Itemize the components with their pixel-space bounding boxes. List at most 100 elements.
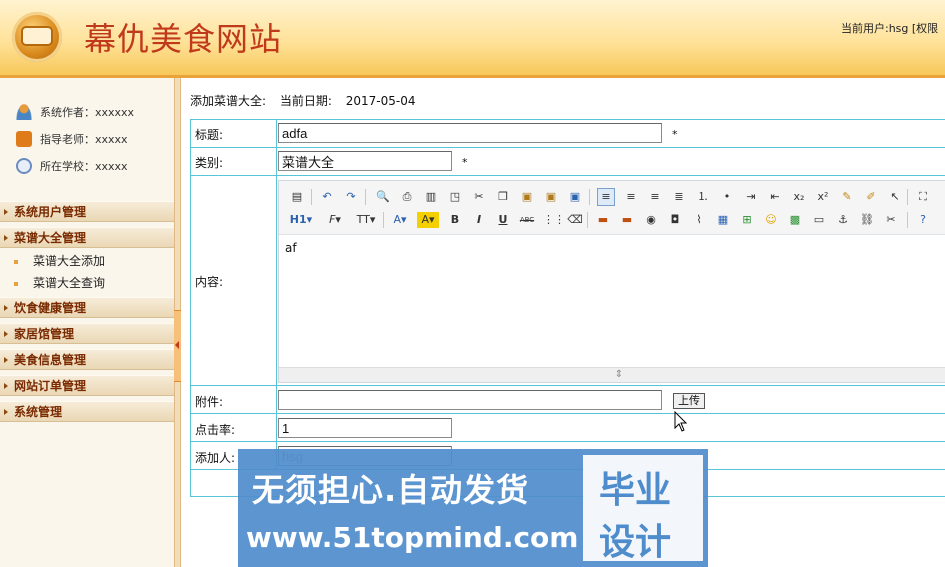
category-label: 类别: bbox=[195, 156, 224, 170]
italic-button[interactable]: I bbox=[471, 212, 487, 228]
category-input[interactable] bbox=[278, 151, 452, 171]
paste-word-icon[interactable]: ▣ bbox=[567, 189, 583, 205]
clear-format-icon[interactable]: ✎ bbox=[839, 189, 855, 205]
bullet-icon bbox=[14, 259, 18, 264]
eraser-icon[interactable]: ⌫ bbox=[567, 212, 583, 228]
required-mark: * bbox=[672, 128, 678, 141]
editor-content[interactable]: af bbox=[285, 241, 297, 255]
menu-system[interactable]: 系统管理 bbox=[0, 401, 174, 422]
preview-icon[interactable]: 🔍 bbox=[375, 189, 391, 205]
undo-icon[interactable]: ↶ bbox=[319, 189, 335, 205]
bold-button[interactable]: B bbox=[447, 212, 463, 228]
menu-home[interactable]: 家居馆管理 bbox=[0, 323, 174, 344]
redo-icon[interactable]: ↷ bbox=[343, 189, 359, 205]
video-icon[interactable]: ◘ bbox=[667, 212, 683, 228]
insert-media-icon[interactable]: ▬ bbox=[619, 212, 635, 228]
highlight-color-dropdown[interactable]: A▾ bbox=[417, 212, 439, 228]
menu-orders[interactable]: 网站订单管理 bbox=[0, 375, 174, 396]
menu-recipes-query[interactable]: 菜谱大全查询 bbox=[14, 273, 105, 293]
clicks-input[interactable] bbox=[278, 418, 452, 438]
user-icon bbox=[16, 104, 32, 120]
font-color-dropdown[interactable]: A▾ bbox=[389, 212, 411, 228]
unlink-icon[interactable]: ✂ bbox=[883, 212, 899, 228]
menu-recipes[interactable]: 菜谱大全管理 bbox=[0, 227, 174, 248]
anchor-icon[interactable]: ⚓ bbox=[835, 212, 851, 228]
school-info: 所在学校：xxxxx bbox=[16, 156, 128, 176]
help-icon[interactable]: ? bbox=[915, 212, 931, 228]
date-value: 2017-05-04 bbox=[345, 94, 416, 108]
site-logo bbox=[12, 12, 62, 62]
heading-dropdown[interactable]: H1▾ bbox=[287, 212, 315, 228]
horizontal-rule-icon[interactable]: ⊞ bbox=[739, 212, 755, 228]
strikethrough-button[interactable]: ABC bbox=[517, 212, 537, 228]
align-left-icon[interactable]: ≡ bbox=[597, 188, 615, 206]
font-family-dropdown[interactable]: F▾ bbox=[323, 212, 347, 228]
collapse-sidebar-handle[interactable] bbox=[174, 310, 181, 382]
outdent-icon[interactable]: ⇤ bbox=[767, 189, 783, 205]
page-break-icon[interactable]: ▭ bbox=[811, 212, 827, 228]
menu-recipes-add[interactable]: 菜谱大全添加 bbox=[14, 251, 105, 271]
author-info: 系统作者：xxxxxx bbox=[16, 102, 134, 122]
site-title: 幕仇美食网站 bbox=[84, 20, 283, 58]
attachment-icon[interactable]: ⌇ bbox=[691, 212, 707, 228]
watermark-badge-line1: 毕业 bbox=[599, 470, 672, 511]
page-heading: 添加菜谱大全: 当前日期: 2017-05-04 bbox=[190, 92, 426, 109]
page-title: 添加菜谱大全: bbox=[190, 94, 267, 108]
template-icon[interactable]: ▥ bbox=[423, 189, 439, 205]
menu-food-info[interactable]: 美食信息管理 bbox=[0, 349, 174, 370]
align-center-icon[interactable]: ≡ bbox=[623, 189, 639, 205]
row-divider bbox=[191, 441, 945, 442]
row-divider bbox=[191, 385, 945, 386]
source-icon[interactable]: ▤ bbox=[289, 189, 305, 205]
table-grid-icon[interactable]: ⋮⋮ bbox=[543, 212, 565, 228]
editor-toolbar: ▤ ↶ ↷ 🔍 ⎙ ▥ ◳ ✂ ❐ ▣ ▣ ▣ ≡ ≡ ≡ ≣ ⒈ • ⇥ ⇤ … bbox=[279, 181, 945, 235]
school-icon bbox=[16, 158, 32, 174]
indent-icon[interactable]: ⇥ bbox=[743, 189, 759, 205]
teacher-info: 指导老师：xxxxx bbox=[16, 129, 128, 149]
align-right-icon[interactable]: ≡ bbox=[647, 189, 663, 205]
paste-icon[interactable]: ▣ bbox=[519, 189, 535, 205]
font-size-dropdown[interactable]: TT▾ bbox=[353, 212, 379, 228]
current-user-info: 当前用户:hsg [权限 bbox=[841, 22, 939, 35]
teacher-label: 指导老师：xxxxx bbox=[40, 133, 128, 146]
image-icon[interactable]: ▩ bbox=[787, 212, 803, 228]
ordered-list-icon[interactable]: ⒈ bbox=[695, 189, 711, 205]
unordered-list-icon[interactable]: • bbox=[719, 189, 735, 205]
menu-diet-health[interactable]: 饮食健康管理 bbox=[0, 297, 174, 318]
flash-icon[interactable]: ◉ bbox=[643, 212, 659, 228]
superscript-icon[interactable]: x² bbox=[815, 189, 831, 205]
rich-text-editor[interactable]: ▤ ↶ ↷ 🔍 ⎙ ▥ ◳ ✂ ❐ ▣ ▣ ▣ ≡ ≡ ≡ ≣ ⒈ • ⇥ ⇤ … bbox=[278, 180, 945, 383]
copy-icon[interactable]: ❐ bbox=[495, 189, 511, 205]
watermark-slogan: 无须担心.自动发货 bbox=[252, 471, 530, 509]
attachment-input[interactable] bbox=[278, 390, 662, 410]
select-all-icon[interactable]: ✐ bbox=[863, 189, 879, 205]
insert-image-icon[interactable]: ▬ bbox=[595, 212, 611, 228]
title-input[interactable] bbox=[278, 123, 662, 143]
school-label: 所在学校：xxxxx bbox=[40, 160, 128, 173]
menu-system-users[interactable]: 系统用户管理 bbox=[0, 201, 174, 222]
clicks-label: 点击率: bbox=[195, 423, 236, 437]
emoticon-icon[interactable]: ☺ bbox=[763, 212, 779, 228]
underline-button[interactable]: U bbox=[495, 212, 511, 228]
print-icon[interactable]: ⎙ bbox=[399, 189, 415, 205]
insert-table-icon[interactable]: ▦ bbox=[715, 212, 731, 228]
fullscreen-icon[interactable]: ⛶ bbox=[915, 189, 931, 205]
sidebar-splitter[interactable] bbox=[174, 78, 181, 567]
justify-icon[interactable]: ≣ bbox=[671, 189, 687, 205]
title-label: 标题: bbox=[195, 128, 224, 142]
row-divider bbox=[191, 175, 945, 176]
watermark-badge: 毕业 设计 bbox=[583, 455, 703, 563]
cursor-icon[interactable]: ↖ bbox=[887, 189, 903, 205]
subscript-icon[interactable]: x₂ bbox=[791, 189, 807, 205]
teacher-icon bbox=[16, 131, 32, 147]
upload-button[interactable]: 上传 bbox=[673, 393, 705, 409]
cut-icon[interactable]: ✂ bbox=[471, 189, 487, 205]
watermark-banner: 无须担心.自动发货 www.51topmind.com 毕业 设计 bbox=[238, 449, 708, 567]
paste-text-icon[interactable]: ▣ bbox=[543, 189, 559, 205]
link-icon[interactable]: ⛓ bbox=[859, 212, 875, 228]
date-label: 当前日期: bbox=[279, 94, 332, 108]
recipe-form: 标题: * 类别: * 内容: ▤ ↶ ↷ 🔍 ⎙ ▥ ◳ ✂ ❐ ▣ ▣ bbox=[190, 119, 945, 497]
menu-recipes-query-label: 菜谱大全查询 bbox=[33, 276, 106, 290]
editor-resize-handle[interactable]: ⇕ bbox=[279, 367, 945, 382]
code-icon[interactable]: ◳ bbox=[447, 189, 463, 205]
